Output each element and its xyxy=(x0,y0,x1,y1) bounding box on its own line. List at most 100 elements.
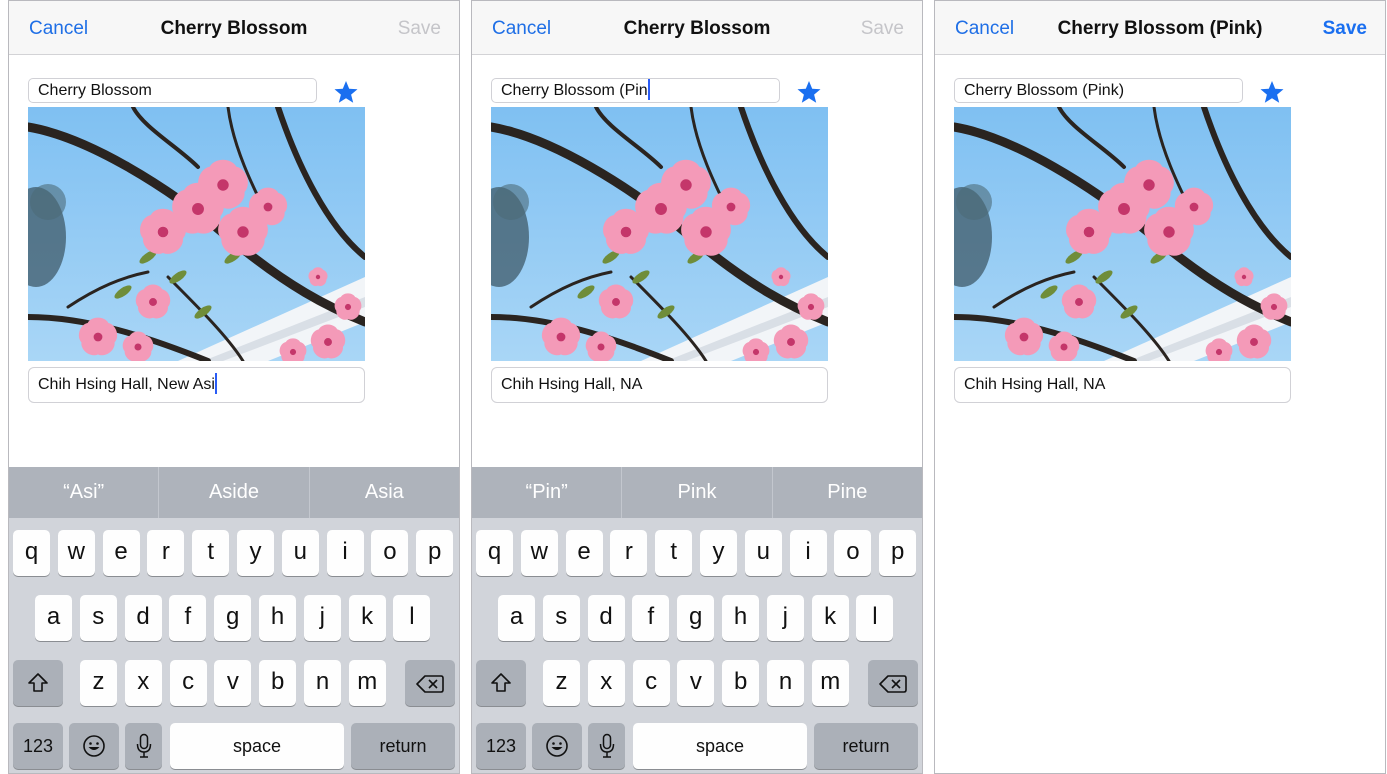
key-u[interactable]: u xyxy=(281,530,319,576)
key-x[interactable]: x xyxy=(587,660,625,706)
key-w[interactable]: w xyxy=(57,530,95,576)
cancel-button[interactable]: Cancel xyxy=(29,17,88,41)
key-z[interactable]: z xyxy=(80,660,117,706)
key-m[interactable]: m xyxy=(811,660,849,706)
shift-key[interactable] xyxy=(476,660,526,706)
return-key[interactable]: return xyxy=(814,723,918,769)
location-field[interactable]: Chih Hsing Hall, NA xyxy=(491,367,828,403)
backspace-key[interactable] xyxy=(405,660,455,706)
key-r[interactable]: r xyxy=(610,530,648,576)
numbers-key[interactable]: 123 xyxy=(476,723,526,769)
key-i[interactable]: i xyxy=(789,530,827,576)
key-g[interactable]: g xyxy=(214,595,252,641)
key-j[interactable]: j xyxy=(303,595,341,641)
name-field[interactable]: Cherry Blossom (Pin xyxy=(491,78,780,103)
key-q[interactable]: q xyxy=(13,530,50,576)
key-label: x xyxy=(600,668,613,695)
key-label: m xyxy=(820,668,841,695)
key-y[interactable]: y xyxy=(700,530,737,576)
key-s[interactable]: s xyxy=(542,595,580,641)
key-v[interactable]: v xyxy=(677,660,715,706)
cancel-button[interactable]: Cancel xyxy=(955,17,1014,41)
key-z[interactable]: z xyxy=(543,660,580,706)
key-w[interactable]: w xyxy=(520,530,558,576)
star-icon[interactable] xyxy=(1259,80,1285,104)
space-key[interactable]: space xyxy=(633,723,807,769)
shift-key[interactable] xyxy=(13,660,63,706)
key-p[interactable]: p xyxy=(416,530,454,576)
key-h[interactable]: h xyxy=(722,595,759,641)
key-label: v xyxy=(689,668,702,695)
text-cursor xyxy=(647,79,650,100)
key-h[interactable]: h xyxy=(259,595,296,641)
cancel-button[interactable]: Cancel xyxy=(492,17,551,41)
backspace-key[interactable] xyxy=(868,660,918,706)
star-icon[interactable] xyxy=(796,80,822,104)
key-label: q xyxy=(487,538,502,565)
key-o[interactable]: o xyxy=(834,530,872,576)
photo[interactable] xyxy=(954,107,1291,361)
dictation-key[interactable] xyxy=(125,723,162,769)
suggestion-item[interactable]: “Pin” xyxy=(472,467,623,518)
key-a[interactable]: a xyxy=(498,595,535,641)
suggestion-item[interactable]: “Asi” xyxy=(9,467,160,518)
key-y[interactable]: y xyxy=(237,530,274,576)
save-button[interactable]: Save xyxy=(1323,17,1367,41)
key-v[interactable]: v xyxy=(214,660,252,706)
photo[interactable] xyxy=(491,107,828,361)
key-l[interactable]: l xyxy=(393,595,431,641)
space-key[interactable]: space xyxy=(170,723,344,769)
return-key[interactable]: return xyxy=(351,723,455,769)
key-t[interactable]: t xyxy=(655,530,693,576)
numbers-key[interactable]: 123 xyxy=(13,723,63,769)
save-button[interactable]: Save xyxy=(861,17,904,41)
key-a[interactable]: a xyxy=(35,595,72,641)
screen-3: Cancel Cherry Blossom (Pink) Save Cherry Bl… xyxy=(934,0,1386,774)
emoji-key[interactable] xyxy=(69,723,119,769)
suggestion-item[interactable]: Aside xyxy=(159,467,310,518)
location-field[interactable]: Chih Hsing Hall, NA xyxy=(954,367,1291,403)
key-m[interactable]: m xyxy=(348,660,386,706)
numbers-key-label: 123 xyxy=(22,736,54,756)
key-f[interactable]: f xyxy=(632,595,670,641)
suggestion-item[interactable]: Pink xyxy=(622,467,773,518)
key-g[interactable]: g xyxy=(677,595,715,641)
key-label: c xyxy=(645,668,658,695)
key-e[interactable]: e xyxy=(102,530,140,576)
key-n[interactable]: n xyxy=(767,660,804,706)
star-icon[interactable] xyxy=(333,80,359,104)
key-k[interactable]: k xyxy=(348,595,386,641)
suggestion-item[interactable]: Asia xyxy=(310,467,459,518)
emoji-key[interactable] xyxy=(532,723,582,769)
name-field[interactable]: Cherry Blossom (Pink) xyxy=(954,78,1243,103)
key-t[interactable]: t xyxy=(192,530,230,576)
key-l[interactable]: l xyxy=(856,595,894,641)
key-x[interactable]: x xyxy=(124,660,162,706)
suggestion-item[interactable]: Pine xyxy=(773,467,922,518)
key-d[interactable]: d xyxy=(587,595,625,641)
key-k[interactable]: k xyxy=(811,595,849,641)
key-r[interactable]: r xyxy=(147,530,185,576)
photo[interactable] xyxy=(28,107,365,361)
key-c[interactable]: c xyxy=(169,660,207,706)
key-b[interactable]: b xyxy=(722,660,760,706)
key-i[interactable]: i xyxy=(326,530,364,576)
key-n[interactable]: n xyxy=(304,660,341,706)
key-c[interactable]: c xyxy=(632,660,670,706)
key-o[interactable]: o xyxy=(371,530,409,576)
save-button[interactable]: Save xyxy=(398,17,441,41)
key-b[interactable]: b xyxy=(259,660,297,706)
key-e[interactable]: e xyxy=(565,530,603,576)
dictation-key[interactable] xyxy=(588,723,625,769)
key-p[interactable]: p xyxy=(879,530,917,576)
shift-icon xyxy=(490,672,512,701)
name-field[interactable]: Cherry Blossom xyxy=(28,78,317,103)
key-j[interactable]: j xyxy=(766,595,804,641)
key-d[interactable]: d xyxy=(124,595,162,641)
key-s[interactable]: s xyxy=(79,595,117,641)
key-label: r xyxy=(161,538,170,565)
key-q[interactable]: q xyxy=(476,530,513,576)
key-f[interactable]: f xyxy=(169,595,207,641)
key-u[interactable]: u xyxy=(744,530,782,576)
location-field[interactable]: Chih Hsing Hall, New Asi xyxy=(28,367,365,403)
